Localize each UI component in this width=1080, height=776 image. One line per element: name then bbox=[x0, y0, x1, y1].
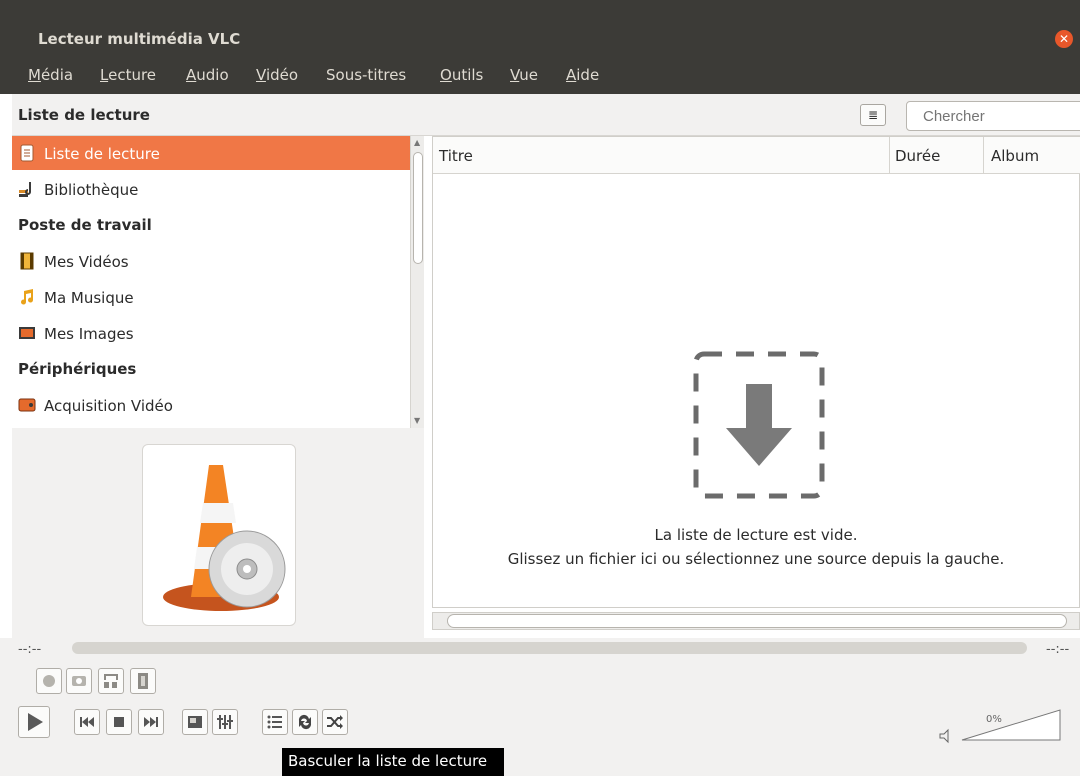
sidebar-scrollbar[interactable]: ▲ ▼ bbox=[410, 136, 424, 428]
play-icon bbox=[28, 713, 43, 731]
drop-arrow-icon bbox=[693, 351, 825, 499]
capture-device-icon bbox=[18, 398, 36, 412]
volume-slider[interactable]: 0% bbox=[936, 706, 1066, 746]
next-button[interactable] bbox=[138, 709, 164, 735]
sidebar-item-videos[interactable]: Mes Vidéos bbox=[12, 244, 410, 278]
scroll-up-icon[interactable]: ▲ bbox=[414, 138, 420, 147]
toggle-playlist-button[interactable] bbox=[262, 709, 288, 735]
record-button[interactable] bbox=[36, 668, 62, 694]
menu-view[interactable]: Vue bbox=[510, 66, 538, 84]
empty-hint: Glissez un fichier ici ou sélectionnez u… bbox=[507, 550, 1005, 568]
playlist-toggle-icon bbox=[267, 715, 282, 729]
stop-button[interactable] bbox=[106, 709, 132, 735]
sidebar: Liste de lecture Bibliothèque Poste de t… bbox=[12, 136, 410, 428]
sidebar-item-label: Bibliothèque bbox=[44, 181, 139, 199]
record-icon bbox=[43, 675, 55, 687]
window-title: Lecteur multimédia VLC bbox=[38, 30, 241, 48]
sidebar-item-library[interactable]: Bibliothèque bbox=[12, 172, 410, 206]
play-button[interactable] bbox=[18, 706, 50, 738]
menu-tools[interactable]: Outils bbox=[440, 66, 483, 84]
seek-slider[interactable] bbox=[72, 642, 1027, 654]
sidebar-category-workstation: Poste de travail bbox=[18, 216, 152, 234]
sidebar-item-capture[interactable]: Acquisition Vidéo bbox=[12, 388, 410, 422]
camera-icon bbox=[72, 676, 86, 686]
playlist-view-button[interactable]: ≣ bbox=[860, 104, 886, 126]
list-view-icon: ≣ bbox=[867, 108, 879, 122]
sidebar-item-playlist[interactable]: Liste de lecture bbox=[12, 136, 410, 170]
sidebar-item-images[interactable]: Mes Images bbox=[12, 316, 410, 350]
menu-lecture[interactable]: Lecture bbox=[100, 66, 156, 84]
playlist-icon bbox=[20, 144, 34, 162]
scroll-thumb[interactable] bbox=[447, 614, 1067, 628]
ab-loop-icon bbox=[104, 674, 118, 688]
music-note-icon bbox=[21, 289, 34, 305]
frame-step-button[interactable] bbox=[130, 668, 156, 694]
column-title[interactable]: Titre bbox=[439, 147, 473, 165]
column-duration[interactable]: Durée bbox=[895, 147, 940, 165]
snapshot-button[interactable] bbox=[66, 668, 92, 694]
shuffle-button[interactable] bbox=[322, 709, 348, 735]
search-input[interactable] bbox=[906, 101, 1080, 131]
close-icon[interactable]: ✕ bbox=[1055, 30, 1073, 48]
menu-subtitles[interactable]: Sous-titres bbox=[326, 66, 406, 84]
scroll-down-icon[interactable]: ▼ bbox=[414, 416, 420, 425]
time-total: --:-- bbox=[1046, 642, 1070, 657]
repeat-icon bbox=[298, 714, 312, 730]
menu-audio[interactable]: Audio bbox=[186, 66, 229, 84]
stop-icon bbox=[114, 717, 124, 727]
fullscreen-button[interactable] bbox=[182, 709, 208, 735]
empty-message: La liste de lecture est vide. bbox=[654, 526, 858, 544]
library-icon bbox=[19, 182, 31, 197]
equalizer-button[interactable] bbox=[212, 709, 238, 735]
previous-button[interactable] bbox=[74, 709, 100, 735]
scroll-thumb[interactable] bbox=[413, 152, 423, 264]
volume-label: 0% bbox=[986, 714, 1002, 725]
sidebar-category-devices: Périphériques bbox=[18, 360, 137, 378]
sidebar-item-label: Mes Images bbox=[44, 325, 134, 343]
sidebar-item-label: Acquisition Vidéo bbox=[44, 397, 173, 415]
loop-ab-button[interactable] bbox=[98, 668, 124, 694]
sidebar-item-label: Ma Musique bbox=[44, 289, 134, 307]
sidebar-item-label: Liste de lecture bbox=[44, 145, 160, 163]
menu-video[interactable]: Vidéo bbox=[256, 66, 298, 84]
horizontal-scrollbar[interactable] bbox=[432, 612, 1080, 630]
album-art bbox=[142, 444, 296, 626]
skip-back-icon bbox=[80, 717, 94, 727]
sidebar-item-label: Mes Vidéos bbox=[44, 253, 129, 271]
vlc-cone-icon bbox=[163, 465, 286, 611]
playlist-title: Liste de lecture bbox=[18, 106, 150, 124]
menu-media[interactable]: Média bbox=[28, 66, 73, 84]
skip-forward-icon bbox=[144, 717, 158, 727]
film-frame-icon bbox=[138, 673, 148, 689]
title-bar: Lecteur multimédia VLC ✕ bbox=[0, 0, 1080, 60]
column-album[interactable]: Album bbox=[991, 147, 1039, 165]
playlist-column-header: Titre Durée Album bbox=[433, 137, 1080, 174]
menu-bar: Média Lecture Audio Vidéo Sous-titres Ou… bbox=[0, 60, 1080, 94]
video-film-icon bbox=[20, 252, 34, 270]
time-elapsed: --:-- bbox=[18, 642, 42, 657]
loop-button[interactable] bbox=[292, 709, 318, 735]
player-controls bbox=[0, 638, 1080, 776]
image-icon bbox=[19, 327, 35, 339]
equalizer-icon bbox=[217, 715, 233, 729]
shuffle-icon bbox=[327, 715, 343, 729]
fullscreen-icon bbox=[188, 716, 202, 728]
sidebar-item-music[interactable]: Ma Musique bbox=[12, 280, 410, 314]
tooltip: Basculer la liste de lecture bbox=[282, 748, 504, 776]
menu-help[interactable]: Aide bbox=[566, 66, 599, 84]
speaker-icon bbox=[939, 728, 949, 744]
playlist-header: Liste de lecture ≣ bbox=[12, 94, 1080, 136]
